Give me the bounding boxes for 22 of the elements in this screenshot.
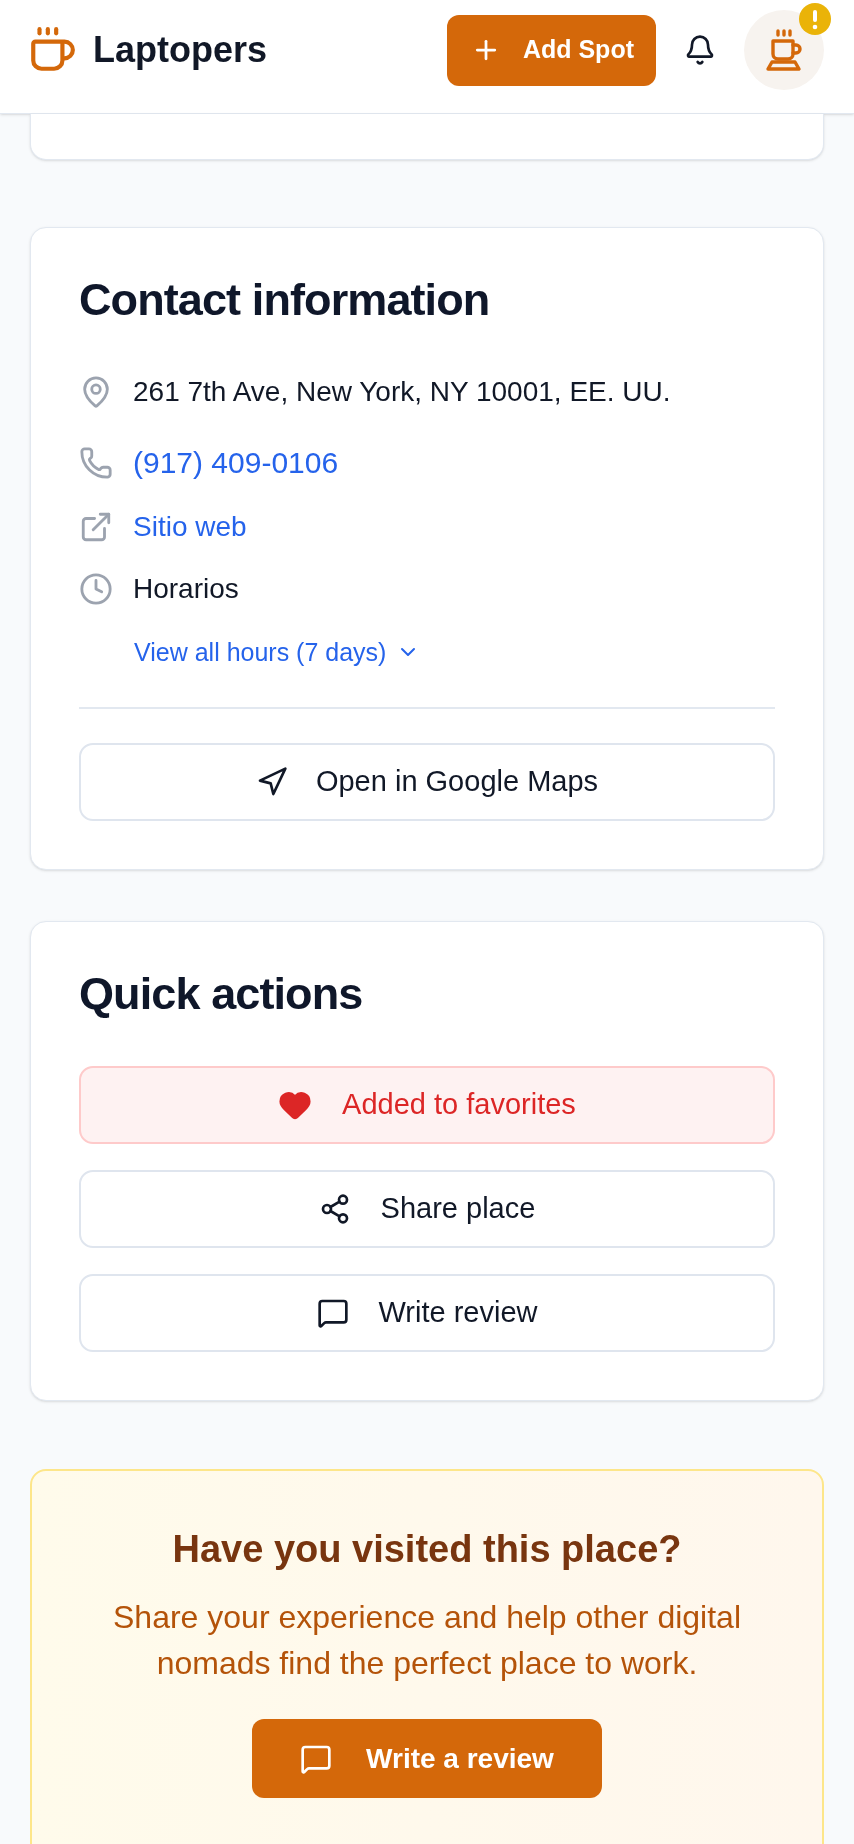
website-link[interactable]: Sitio web (133, 507, 247, 547)
brand-name: Laptopers (93, 28, 268, 72)
phone-link[interactable]: (917) 409-0106 (133, 443, 339, 483)
external-link-icon (79, 510, 113, 544)
review-prompt-title: Have you visited this place? (172, 1527, 682, 1571)
write-review-button[interactable]: Write review (79, 1274, 775, 1352)
contact-title: Contact information (79, 273, 491, 327)
speech-bubble-icon (316, 1297, 349, 1329)
bell-icon[interactable] (684, 34, 716, 66)
write-a-review-button[interactable]: Write a review (252, 1719, 602, 1798)
coffee-cup-icon (763, 29, 805, 71)
quick-actions-title: Quick actions (79, 967, 364, 1021)
favorite-button[interactable]: Added to favorites (79, 1066, 775, 1144)
open-maps-button[interactable]: Open in Google Maps (79, 743, 775, 821)
review-prompt-text: Share your experience and help other digital nomads find the perfect place to work. (112, 1598, 742, 1683)
view-hours-toggle[interactable]: View all hours (7 days) (134, 634, 421, 670)
add-spot-button[interactable]: Add Spot (446, 14, 656, 86)
phone-icon (79, 446, 113, 480)
share-button[interactable]: Share place (79, 1170, 775, 1248)
address-text: 261 7th Ave, New York, NY 10001, EE. UU. (133, 375, 671, 409)
hours-label: Horarios (133, 572, 239, 606)
clock-icon (79, 572, 113, 606)
